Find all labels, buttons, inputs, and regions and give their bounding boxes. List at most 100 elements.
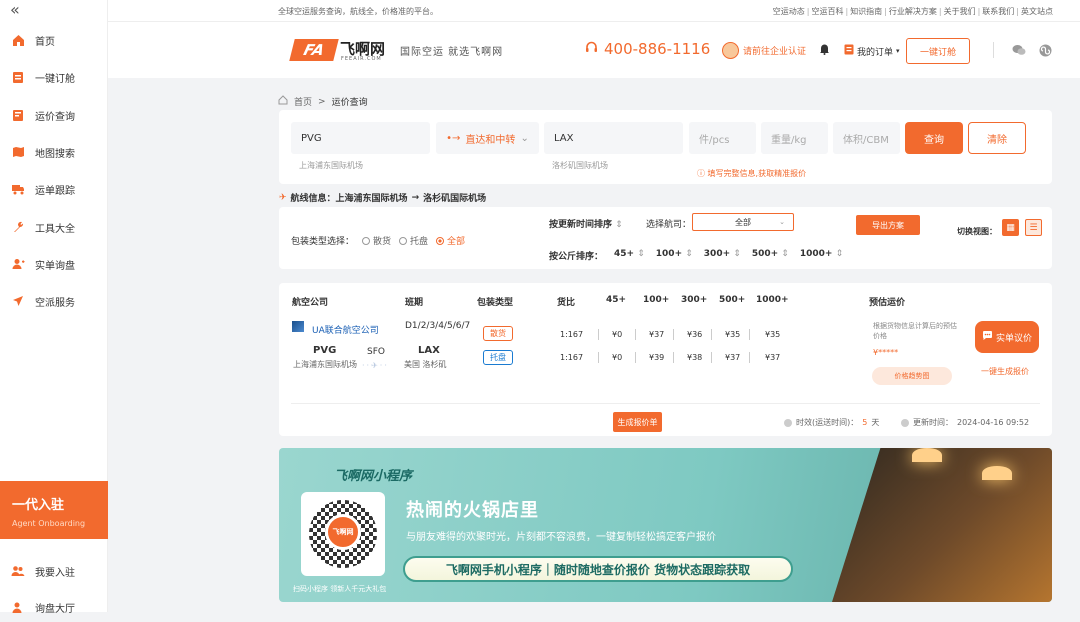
logo[interactable]: FA 飞啊网 FEEAIR.COM: [289, 39, 386, 63]
route-dest: 洛杉矶国际机场: [423, 194, 487, 204]
breadcrumb-sep: >: [318, 96, 326, 107]
weight-tier-sort[interactable]: 500+ ⇕: [752, 249, 789, 262]
top-link[interactable]: 知识指南: [850, 7, 882, 16]
sidebar-item-air-dispatch[interactable]: 空派服务: [0, 286, 108, 316]
weight-tier-sort[interactable]: 45+ ⇕: [614, 249, 645, 262]
weight-tier-sort[interactable]: 300+ ⇕: [704, 249, 741, 262]
plane-small-icon: ✈: [279, 192, 287, 203]
breadcrumb-current: 运价查询: [331, 98, 368, 108]
top-link[interactable]: 联系我们: [982, 7, 1014, 16]
map-icon: [11, 145, 25, 159]
price-cell: ¥35: [725, 330, 741, 339]
sidebar-item-booking[interactable]: 一键订舱: [0, 62, 108, 92]
origin-name: 上海浦东国际机场: [293, 360, 357, 369]
hotpot-scene-image: [832, 448, 1052, 602]
query-button[interactable]: 查询: [905, 122, 963, 154]
view-label: 切换视图：: [957, 227, 997, 236]
mini-program-icon[interactable]: [1039, 44, 1052, 60]
weight-tier-sort[interactable]: 1000+ ⇕: [800, 249, 843, 262]
enterprise-cert-link[interactable]: 请前往企业认证: [722, 42, 806, 59]
top-link[interactable]: 行业解决方案: [889, 7, 937, 16]
qr-caption: 扫码小程序 领新人千元大礼包: [293, 585, 387, 593]
sidebar-item-tools[interactable]: 工具大全: [0, 212, 108, 242]
sidebar-item-inquiry[interactable]: 实单询盘: [0, 249, 108, 279]
weight-input[interactable]: 重量/kg: [761, 122, 828, 154]
sidebar-item-label: 首页: [35, 36, 55, 48]
export-button[interactable]: 导出方案: [856, 215, 920, 235]
banner-subtitle: 与朋友难得的欢聚时光，片刻都不容浪费，一键复制轻松搞定客户报价: [406, 532, 716, 543]
top-link[interactable]: 关于我们: [944, 7, 976, 16]
top-link[interactable]: 空运动态: [773, 7, 805, 16]
col-header: 300+: [681, 295, 708, 305]
user-icon: [11, 257, 25, 271]
clear-button[interactable]: 清除: [968, 122, 1026, 154]
ratio-cell: 1:167: [560, 353, 584, 362]
price-cell: ¥36: [687, 330, 703, 339]
bell-icon[interactable]: [819, 43, 830, 58]
weight-tier-sort[interactable]: 100+ ⇕: [656, 249, 693, 262]
packing-radio-loose[interactable]: 散货: [362, 234, 391, 247]
price-cell: ¥39: [649, 353, 665, 362]
sidebar: « 首页 一键订舱 运价查询 地图搜索 运单跟踪 工具大全 实单询盘 空派服务 …: [0, 0, 108, 615]
oneclick-booking-button[interactable]: 一键订舱: [906, 38, 970, 64]
origin-input[interactable]: PVG: [291, 122, 430, 154]
pcs-input[interactable]: 件/pcs: [689, 122, 756, 154]
sidebar-item-label: 地图搜索: [35, 148, 75, 160]
wechat-icon[interactable]: [1012, 44, 1026, 59]
sidebar-item-tracking[interactable]: 运单跟踪: [0, 174, 108, 204]
dest-input[interactable]: LAX: [544, 122, 683, 154]
sidebar-item-label: 我要入驻: [35, 567, 75, 579]
sidebar-item-rate[interactable]: 运价查询: [0, 100, 108, 130]
mini-program-banner[interactable]: 飞啊网小程序 飞啊网 扫码小程序 领新人千元大礼包 热闹的火锅店里 与朋友难得的…: [279, 448, 1052, 602]
home-small-icon: [278, 95, 288, 108]
col-header: 航空公司: [292, 298, 329, 308]
top-links: 空运动态 | 空运百科 | 知识指南 | 行业解决方案 | 关于我们 | 联系我们 | 英文站点: [772, 7, 1053, 16]
my-orders-menu[interactable]: 我的订单 ▾: [844, 44, 900, 58]
price-trend-button[interactable]: 价格趋势图: [872, 367, 952, 385]
price-cell: ¥0: [612, 353, 623, 362]
sort-by-update[interactable]: 按更新时间排序 ⇕: [549, 217, 623, 230]
grid-view-icon[interactable]: ▦: [1002, 219, 1019, 236]
avatar: [722, 42, 739, 59]
top-link[interactable]: 英文站点: [1021, 7, 1053, 16]
packing-badge: 托盘: [483, 350, 513, 365]
double-chevron-left-icon[interactable]: «: [10, 0, 20, 19]
sidebar-item-join[interactable]: 我要入驻: [0, 556, 108, 586]
agent-onboarding-banner[interactable]: 一代入驻 Agent Onboarding: [0, 481, 108, 539]
packing-radio-pallet[interactable]: 托盘: [399, 234, 428, 247]
airline-select[interactable]: 全部 ⌄: [692, 213, 794, 231]
generate-quote-button[interactable]: 生成报价单: [613, 412, 662, 432]
airline-name[interactable]: UA联合航空公司: [312, 323, 379, 336]
agent-subtitle: Agent Onboarding: [12, 519, 86, 528]
route-info: ✈ 航线信息：上海浦东国际机场 → 洛杉矶国际机场: [279, 191, 487, 205]
caret-down-icon: ▾: [896, 47, 900, 55]
weight-sort-label: 按公斤排序：: [549, 252, 604, 262]
hint-text: 填写完整信息,获取精准报价: [707, 169, 807, 178]
top-link[interactable]: 空运百科: [811, 7, 843, 16]
sidebar-item-map[interactable]: 地图搜索: [0, 137, 108, 167]
generate-quote-link[interactable]: 一键生成报价: [981, 366, 1029, 377]
clock-icon: [901, 418, 909, 427]
sidebar-item-label: 询盘大厅: [35, 603, 75, 615]
sidebar-item-hall[interactable]: 询盘大厅: [0, 592, 108, 622]
filter-panel: 包装类型选择： 散货 托盘 全部 按更新时间排序 ⇕ 选择航司： 全部 ⌄ 按公…: [279, 207, 1052, 269]
origin-code: PVG: [313, 345, 337, 356]
col-header: 货比: [557, 298, 576, 308]
list-view-icon[interactable]: ☰: [1025, 219, 1042, 236]
tagline: 国际空运 就选飞啊网: [400, 47, 504, 58]
route-arrow-icon: •→: [446, 132, 461, 144]
order-icon: [844, 44, 854, 58]
packing-radio-all[interactable]: 全部: [436, 234, 465, 247]
sidebar-item-home[interactable]: 首页: [0, 25, 108, 55]
volume-input[interactable]: 体积/CBM: [833, 122, 900, 154]
price-cell: ¥37: [765, 353, 781, 362]
sidebar-item-label: 一键订舱: [35, 73, 75, 85]
wrench-icon: [11, 220, 25, 234]
divider: [291, 403, 1040, 404]
breadcrumb-home[interactable]: 首页: [294, 95, 312, 108]
dest-name: 美国 洛杉矶: [404, 360, 447, 369]
mode-select[interactable]: •→ 直达和中转 ⌄: [436, 122, 539, 154]
truck-icon: [11, 182, 25, 196]
inquiry-button[interactable]: 实单议价: [975, 321, 1039, 353]
phone[interactable]: 400-886-1116: [585, 40, 710, 58]
